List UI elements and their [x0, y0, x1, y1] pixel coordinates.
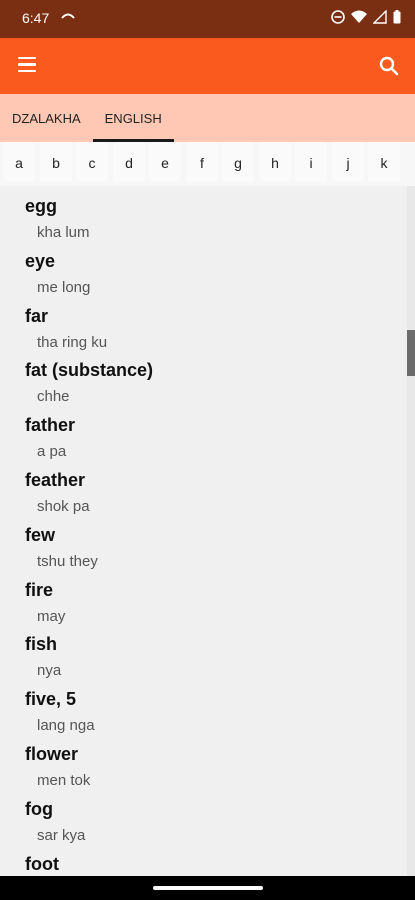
list-item[interactable]: foot [0, 844, 407, 876]
entry-word: fish [25, 634, 58, 655]
entry-word: fog [25, 798, 53, 819]
list-item[interactable]: five, 5 lang nga [0, 679, 407, 734]
word-list: egg kha lum eye me long far tha ring ku … [0, 186, 407, 876]
entry-translation: may [37, 607, 66, 625]
entry-word: feather [25, 469, 86, 490]
entry-word: fire [25, 579, 54, 600]
entry-word: eye [25, 250, 56, 271]
entry-translation: sar kya [37, 826, 86, 844]
letter-f[interactable]: f [186, 142, 218, 182]
entry-word: father [25, 415, 76, 436]
list-item[interactable]: fog sar kya [0, 789, 407, 844]
list-item[interactable]: far tha ring ku [0, 296, 407, 351]
letter-h[interactable]: h [259, 142, 291, 182]
list-item[interactable]: flower men tok [0, 734, 407, 789]
entry-translation: nya [37, 662, 62, 680]
letter-a[interactable]: a [3, 142, 35, 182]
letter-d[interactable]: d [113, 142, 145, 182]
letter-g[interactable]: g [222, 142, 254, 182]
status-time: 6:47 [22, 10, 50, 26]
entry-translation: tshu they [37, 552, 98, 570]
alphabet-index: a b c d e f g h i j k [0, 142, 415, 186]
entry-translation: tha ring ku [37, 333, 108, 351]
wifi-icon [351, 10, 367, 23]
tab-english[interactable]: ENGLISH [92, 94, 174, 142]
search-icon[interactable] [377, 54, 401, 78]
list-item[interactable]: fat (substance) chhe [0, 350, 407, 405]
entry-translation: me long [37, 278, 91, 296]
entry-translation: chhe [37, 388, 70, 406]
letter-k[interactable]: k [368, 142, 400, 182]
list-item[interactable]: feather shok pa [0, 460, 407, 515]
entry-word: far [25, 305, 49, 326]
entry-translation: a pa [37, 443, 67, 461]
entry-word: egg [25, 196, 58, 216]
list-item[interactable]: fire may [0, 570, 407, 625]
letter-b[interactable]: b [40, 142, 72, 182]
menu-icon [18, 57, 36, 60]
entry-translation: shok pa [37, 497, 90, 515]
entry-word: flower [25, 743, 79, 764]
tab-bar: DZALAKHA ENGLISH [0, 94, 415, 142]
list-item[interactable]: egg kha lum [0, 186, 407, 241]
list-item[interactable]: eye me long [0, 241, 407, 296]
home-gesture-handle[interactable] [153, 886, 263, 890]
letter-i[interactable]: i [295, 142, 327, 182]
entry-translation: men tok [37, 771, 91, 789]
list-item[interactable]: father a pa [0, 405, 407, 460]
battery-icon [393, 10, 401, 24]
list-item[interactable]: fish nya [0, 624, 407, 679]
status-bar: 6:47 [0, 0, 415, 38]
signal-icon [373, 10, 387, 24]
entry-word: five, 5 [25, 689, 77, 710]
letter-e[interactable]: e [149, 142, 181, 182]
list-item[interactable]: few tshu they [0, 515, 407, 570]
hotspot-icon [61, 13, 75, 19]
app-bar [0, 38, 415, 94]
entry-translation: lang nga [37, 717, 95, 735]
do-not-disturb-icon [331, 10, 345, 24]
scrollbar-track[interactable] [407, 186, 415, 876]
entry-word: fat (substance) [25, 360, 154, 381]
entry-word: few [25, 524, 56, 545]
menu-button[interactable] [16, 54, 42, 78]
status-icons [331, 10, 401, 24]
entry-word: foot [25, 853, 59, 874]
tab-dzalakha[interactable]: DZALAKHA [0, 94, 93, 142]
entry-translation: kha lum [37, 224, 90, 241]
letter-j[interactable]: j [332, 142, 364, 182]
scrollbar-thumb[interactable] [407, 330, 415, 376]
letter-c[interactable]: c [76, 142, 108, 182]
